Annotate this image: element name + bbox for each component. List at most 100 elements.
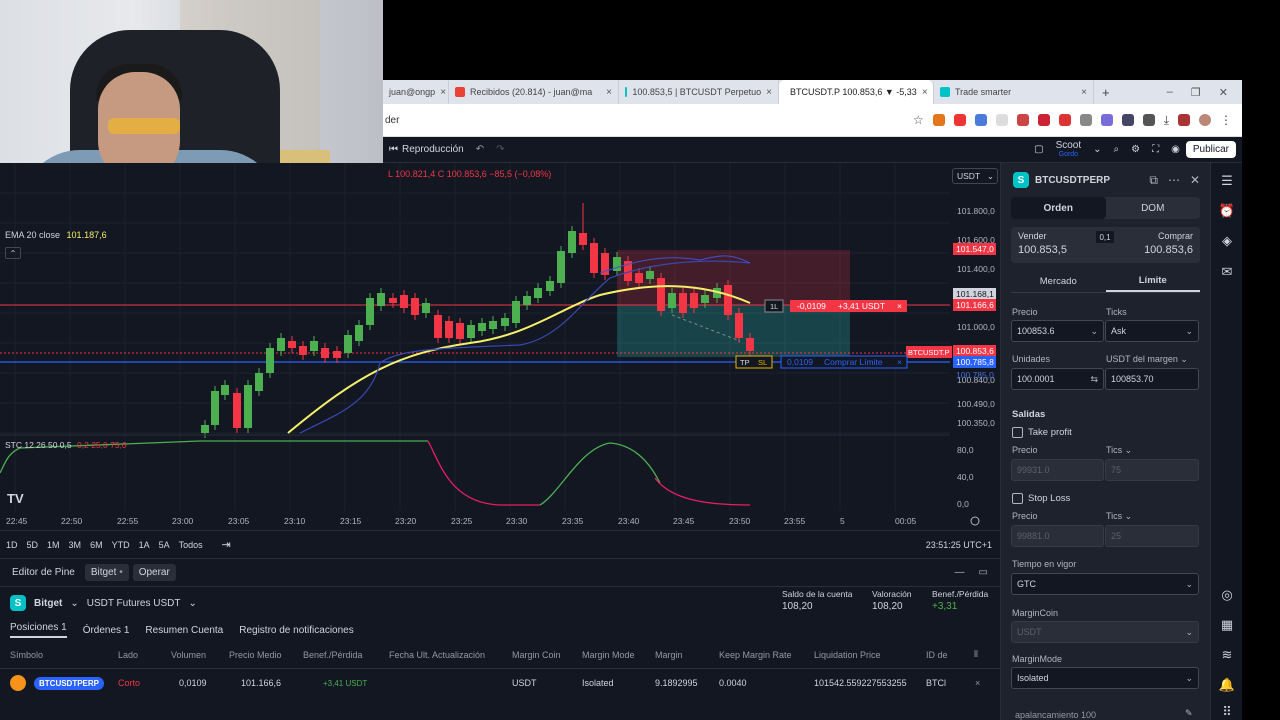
minimize-icon[interactable]: – (1167, 86, 1173, 99)
search-icon[interactable]: ⌕ (1108, 144, 1126, 155)
col-avg-price[interactable]: Precio Medio (229, 650, 282, 660)
extension-icon[interactable] (1079, 114, 1092, 126)
col-margin-coin[interactable]: Margin Coin (512, 650, 561, 660)
maximize-panel-icon[interactable]: ▭ (979, 567, 988, 578)
chevron-down-icon[interactable]: ⌄ (70, 598, 78, 609)
close-icon[interactable]: × (1081, 87, 1087, 98)
sl-ticks-label-wrap[interactable]: Tics ⌄ (1106, 511, 1132, 522)
tf-6m[interactable]: 6M (90, 540, 103, 550)
columns-icon[interactable]: ⦀ (974, 649, 978, 660)
tf-5d[interactable]: 5D (27, 540, 39, 550)
layers-icon[interactable]: ◈ (1219, 233, 1235, 249)
alarm-icon[interactable]: ⏰ (1219, 203, 1235, 219)
extension-icon[interactable] (1121, 114, 1134, 126)
publish-button[interactable]: Publicar (1185, 141, 1236, 158)
address-bar[interactable]: der ☆ ⤓ ⋮ (383, 104, 1242, 137)
tf-ytd[interactable]: YTD (112, 540, 130, 550)
col-pnl[interactable]: Benef./Pérdida (303, 650, 363, 660)
restore-icon[interactable]: ❐ (1191, 86, 1201, 99)
extension-icon[interactable] (974, 114, 987, 126)
link-icon[interactable]: ⧉ (1149, 173, 1158, 188)
browser-tab-active[interactable]: BTCUSDT.P 100.853,6 ▼ -5,33 × (779, 80, 934, 104)
chevron-down-icon[interactable]: ⌄ (188, 598, 196, 609)
close-position-icon[interactable]: × (975, 678, 980, 688)
chat-icon[interactable]: ✉ (1219, 264, 1235, 280)
more-icon[interactable]: ⋯ (1168, 173, 1180, 188)
close-icon[interactable]: × (766, 87, 772, 98)
broker-name[interactable]: Bitget (34, 598, 62, 609)
close-icon[interactable]: × (440, 87, 446, 98)
close-window-icon[interactable]: ✕ (1219, 86, 1228, 99)
tab-trade[interactable]: Operar (132, 564, 176, 581)
ema-legend[interactable]: EMA 20 close 101.187,6 (5, 230, 107, 240)
extension-icon[interactable] (953, 114, 966, 126)
browser-tab[interactable]: Recibidos (20.814) - juan@ma × (449, 80, 619, 104)
col-volume[interactable]: Volumen (171, 650, 206, 660)
stc-legend[interactable]: STC 12 26 50 0,5 0,2 25,0 75,0 (5, 440, 127, 450)
account-select[interactable]: USDT Futures USDT (87, 598, 181, 609)
camera-icon[interactable]: ◉ (1165, 144, 1186, 155)
col-side[interactable]: Lado (118, 650, 138, 660)
undo-icon[interactable]: ↶ (470, 144, 490, 155)
col-keep-rate[interactable]: Keep Margin Rate (719, 650, 792, 660)
close-icon[interactable]: × (922, 87, 928, 98)
target-icon[interactable]: ◎ (1219, 587, 1235, 603)
puzzle-icon[interactable] (1142, 114, 1155, 126)
margincoin-select[interactable]: USDT ⌄ (1011, 621, 1199, 643)
chevron-down-icon[interactable]: ⌄ (1087, 144, 1107, 155)
tab-orders[interactable]: Órdenes 1 (83, 625, 130, 636)
extension-icon[interactable] (1178, 114, 1190, 126)
order-symbol[interactable]: BTCUSDTPERP (1035, 175, 1110, 186)
chart-canvas[interactable]: 101.800,0101.600,0101.400,0101.200,0101.… (0, 163, 1000, 530)
tif-select[interactable]: GTC ⌄ (1011, 573, 1199, 595)
stop-loss-checkbox[interactable]: Stop Loss (1012, 493, 1070, 504)
minimize-panel-icon[interactable]: — (955, 567, 965, 578)
new-tab-button[interactable]: + (1094, 85, 1110, 100)
col-symbol[interactable]: Símbolo (10, 650, 43, 660)
tab-account-summary[interactable]: Resumen Cuenta (145, 625, 223, 636)
extension-icon[interactable] (995, 114, 1008, 126)
tf-3m[interactable]: 3M (69, 540, 82, 550)
tp-ticks-label-wrap[interactable]: Tics ⌄ (1106, 445, 1132, 456)
sl-ticks-input[interactable]: 25 (1105, 525, 1199, 547)
apps-icon[interactable]: ⠿ (1219, 704, 1235, 720)
sl-price-input[interactable]: 99881.0 (1011, 525, 1104, 547)
price-input[interactable]: 100853.6 ⌄ (1011, 320, 1104, 342)
extension-icon[interactable] (1058, 114, 1071, 126)
browser-tab[interactable]: juan@ongp × (383, 80, 449, 104)
currency-select[interactable]: USDT ⌄ (952, 168, 998, 184)
margin-input[interactable]: 100853.70 (1105, 368, 1199, 390)
edit-icon[interactable]: ✎ (1185, 708, 1193, 719)
take-profit-checkbox[interactable]: Take profit (1012, 427, 1072, 438)
col-liq-price[interactable]: Liquidation Price (814, 650, 881, 660)
table-row[interactable]: BTCUSDTPERP Corto 0,0109 101.166,6 +3,41… (0, 669, 1000, 697)
collapse-icon[interactable]: ⌃ (5, 247, 21, 259)
tab-market[interactable]: Mercado (1011, 271, 1106, 292)
layout-icon[interactable]: ▢ (1028, 144, 1049, 155)
tf-1d[interactable]: 1D (6, 540, 18, 550)
bell-icon[interactable]: 🔔 (1219, 677, 1235, 693)
buy-price[interactable]: 100.853,6 (1144, 244, 1193, 256)
close-icon[interactable]: ✕ (1190, 173, 1200, 188)
watchlist-icon[interactable]: ☰ (1219, 173, 1235, 189)
metamask-icon[interactable] (932, 114, 945, 126)
tf-1m[interactable]: 1M (47, 540, 60, 550)
profile-button[interactable]: Scoot Gordo (1050, 140, 1088, 159)
sell-price[interactable]: 100.853,5 (1018, 244, 1067, 256)
tf-1a[interactable]: 1A (139, 540, 150, 550)
marginmode-select[interactable]: Isolated ⌄ (1011, 667, 1199, 689)
tab-bitget[interactable]: Bitget • (84, 564, 129, 581)
buy-label[interactable]: Comprar (1158, 231, 1193, 241)
col-updated[interactable]: Fecha Ult. Actualización (389, 650, 485, 660)
col-margin-mode[interactable]: Margin Mode (582, 650, 635, 660)
col-margin[interactable]: Margin (655, 650, 683, 660)
tab-positions[interactable]: Posiciones 1 (10, 622, 67, 638)
browser-tab[interactable]: 100.853,5 | BTCUSDT Perpetuo × (619, 80, 779, 104)
units-input[interactable]: 100.0001 ⇆ (1011, 368, 1104, 390)
close-icon[interactable]: × (606, 87, 612, 98)
date-range-icon[interactable]: ⇥ (222, 538, 231, 551)
redo-icon[interactable]: ↷ (490, 144, 510, 155)
tab-limit[interactable]: Límite (1105, 271, 1200, 292)
tab-notifications-log[interactable]: Registro de notificaciones (239, 625, 354, 636)
download-icon[interactable]: ⤓ (1164, 113, 1169, 128)
